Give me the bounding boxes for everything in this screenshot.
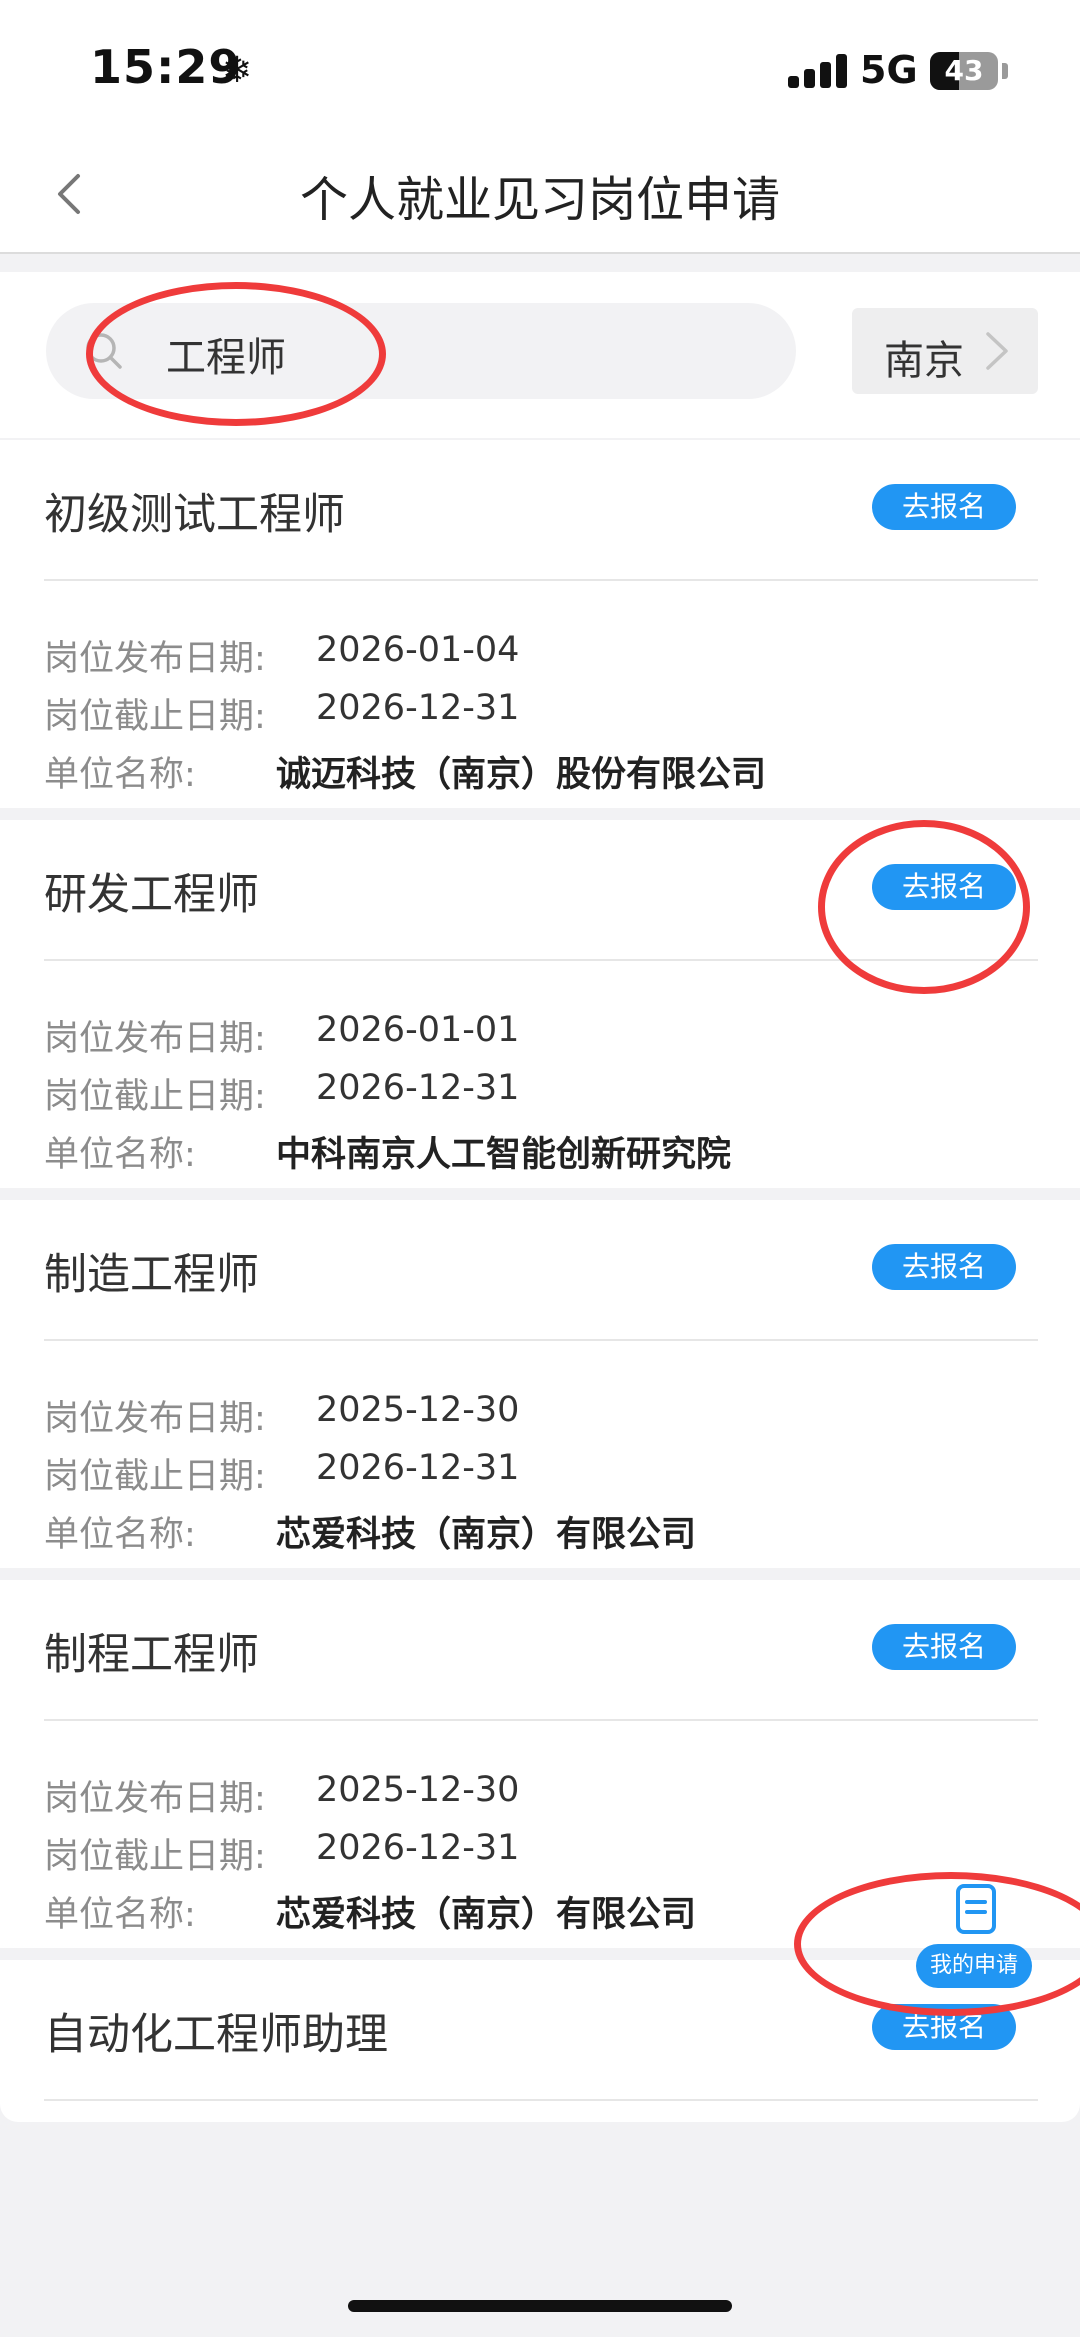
company-row: 单位名称: 芯爱科技（南京）有限公司: [44, 1506, 696, 1557]
signal-icon: [788, 54, 848, 88]
card-divider: [44, 1719, 1038, 1721]
publish-date-row: 岗位发布日期: 2026-01-01: [44, 1010, 519, 1061]
deadline-label: 岗位截止日期:: [44, 697, 266, 737]
deadline-value: 2026-12-31: [316, 1068, 520, 1108]
document-icon: [956, 1884, 996, 1934]
city-label: 南京: [884, 338, 964, 384]
my-applications-button[interactable]: 我的申请: [916, 1882, 1036, 1990]
company-name: 诚迈科技（南京）股份有限公司: [276, 755, 767, 795]
job-title: 制程工程师: [44, 1630, 259, 1680]
deadline-row: 岗位截止日期: 2026-12-31: [44, 1068, 519, 1119]
job-card[interactable]: 初级测试工程师 去报名 岗位发布日期: 2026-01-04 岗位截止日期: 2…: [0, 440, 1080, 808]
company-name: 芯爱科技（南京）有限公司: [276, 1895, 697, 1935]
job-title: 研发工程师: [44, 870, 259, 920]
deadline-label: 岗位截止日期:: [44, 1457, 266, 1497]
deadline-row: 岗位截止日期: 2026-12-31: [44, 1448, 519, 1499]
job-card[interactable]: 制造工程师 去报名 岗位发布日期: 2025-12-30 岗位截止日期: 202…: [0, 1200, 1080, 1568]
job-title: 自动化工程师助理: [44, 2010, 388, 2060]
nav-bar: 个人就业见习岗位申请: [0, 140, 1080, 254]
publish-date-value: 2026-01-01: [316, 1010, 520, 1050]
deadline-label: 岗位截止日期:: [44, 1077, 266, 1117]
company-label: 单位名称:: [44, 1515, 196, 1555]
deadline-row: 岗位截止日期: 2026-12-31: [44, 688, 519, 739]
publish-date-value: 2026-01-04: [316, 630, 520, 670]
search-panel: 工程师 南京: [0, 272, 1080, 438]
city-selector[interactable]: 南京: [852, 308, 1038, 394]
publish-date-label: 岗位发布日期:: [44, 1019, 266, 1059]
battery-tip: [1002, 63, 1008, 79]
publish-date-value: 2025-12-30: [316, 1770, 520, 1810]
publish-date-row: 岗位发布日期: 2025-12-30: [44, 1390, 519, 1441]
publish-date-value: 2025-12-30: [316, 1390, 520, 1430]
company-label: 单位名称:: [44, 755, 196, 795]
deadline-value: 2026-12-31: [316, 1448, 520, 1488]
status-time: 15:29: [90, 40, 242, 94]
network-label: 5G: [860, 48, 918, 92]
company-name: 芯爱科技（南京）有限公司: [276, 1515, 697, 1555]
company-row: 单位名称: 中科南京人工智能创新研究院: [44, 1126, 731, 1177]
deadline-value: 2026-12-31: [316, 1828, 520, 1868]
company-row: 单位名称: 芯爱科技（南京）有限公司: [44, 1886, 696, 1937]
company-row: 单位名称: 诚迈科技（南京）股份有限公司: [44, 746, 766, 797]
company-label: 单位名称:: [44, 1135, 196, 1175]
publish-date-label: 岗位发布日期:: [44, 1399, 266, 1439]
company-label: 单位名称:: [44, 1895, 196, 1935]
battery-level: 43: [944, 54, 984, 87]
job-title: 初级测试工程师: [44, 490, 345, 540]
page-title: 个人就业见习岗位申请: [299, 172, 780, 228]
home-indicator: [348, 2300, 732, 2312]
status-bar: 15:29 ❄ 5G 43: [0, 0, 1080, 140]
card-divider: [44, 1339, 1038, 1341]
job-title: 制造工程师: [44, 1250, 259, 1300]
job-card[interactable]: 研发工程师 去报名 岗位发布日期: 2026-01-01 岗位截止日期: 202…: [0, 820, 1080, 1188]
search-icon: [86, 333, 122, 369]
card-divider: [44, 959, 1038, 961]
publish-date-label: 岗位发布日期:: [44, 1779, 266, 1819]
deadline-row: 岗位截止日期: 2026-12-31: [44, 1828, 519, 1879]
battery-icon: 43: [930, 52, 998, 90]
chevron-right-icon: [986, 332, 1008, 370]
apply-button[interactable]: 去报名: [872, 1244, 1016, 1290]
publish-date-label: 岗位发布日期:: [44, 639, 266, 679]
card-divider: [44, 579, 1038, 581]
apply-button[interactable]: 去报名: [872, 2004, 1016, 2050]
search-query: 工程师: [166, 335, 286, 381]
snowflake-icon: ❄: [222, 50, 253, 91]
card-divider: [44, 2099, 1038, 2101]
deadline-value: 2026-12-31: [316, 688, 520, 728]
deadline-label: 岗位截止日期:: [44, 1837, 266, 1877]
company-name: 中科南京人工智能创新研究院: [276, 1135, 732, 1175]
apply-button[interactable]: 去报名: [872, 484, 1016, 530]
apply-button[interactable]: 去报名: [872, 1624, 1016, 1670]
publish-date-row: 岗位发布日期: 2026-01-04: [44, 630, 519, 681]
search-input[interactable]: 工程师: [46, 303, 796, 399]
apply-button[interactable]: 去报名: [872, 864, 1016, 910]
my-applications-label: 我的申请: [916, 1944, 1032, 1988]
publish-date-row: 岗位发布日期: 2025-12-30: [44, 1770, 519, 1821]
